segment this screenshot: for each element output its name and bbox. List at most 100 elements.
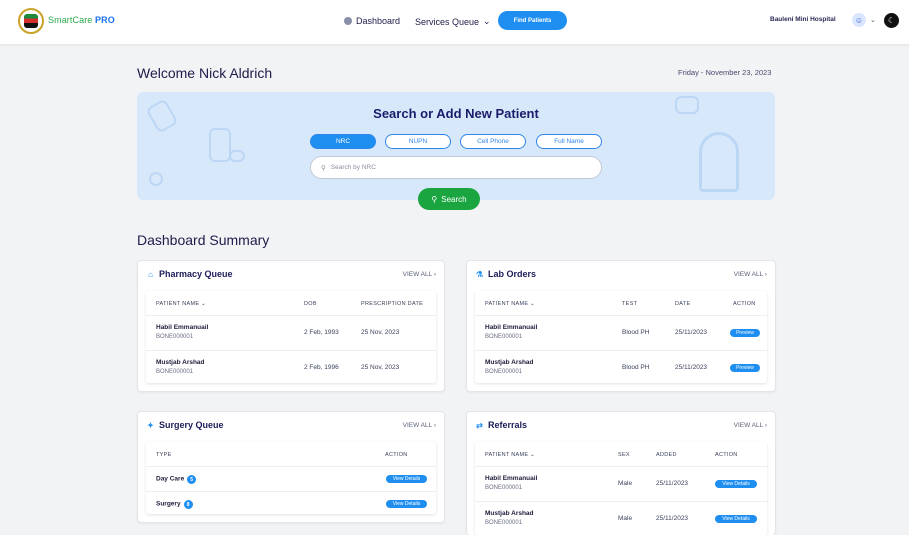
patient-name[interactable]: Mustjab Arshad — [485, 359, 534, 366]
surgery-table: TYPE ACTION Day Care 5 View Details Surge… — [146, 442, 436, 514]
card-title-text: Surgery Queue — [159, 420, 224, 430]
divider — [475, 466, 767, 467]
column-header: PRESCRIPTION DATE — [361, 301, 424, 307]
patient-id: BONE000001 — [485, 334, 523, 340]
column-header: TYPE — [156, 452, 172, 458]
column-header: DOB — [304, 301, 317, 307]
hospital-name[interactable]: Bauleni Mini Hospital — [770, 16, 836, 23]
dark-mode-icon[interactable]: ☾ — [884, 13, 899, 28]
view-all-link[interactable]: VIEW ALL › — [734, 422, 767, 429]
search-title: Search or Add New Patient — [373, 106, 539, 121]
dashboard-summary-heading: Dashboard Summary — [137, 232, 270, 248]
search-option-nupn[interactable]: NUPN — [385, 134, 451, 149]
current-date: Friday - November 23, 2023 — [678, 68, 772, 77]
search-input[interactable]: ⚲ Search by NRC — [310, 156, 602, 179]
view-details-button[interactable]: View Details — [715, 480, 757, 488]
card-title-text: Pharmacy Queue — [159, 269, 233, 279]
dob: 2 Feb, 1993 — [304, 329, 339, 336]
coat-of-arms-logo[interactable] — [18, 8, 44, 34]
patient-name[interactable]: Habil Emmanuail — [485, 324, 537, 331]
added-date: 25/11/2023 — [656, 480, 689, 487]
added-date: 25/11/2023 — [656, 515, 689, 522]
referrals-card: ⇄ Referrals VIEW ALL › PATIENT NAME ⌄ SE… — [466, 411, 776, 535]
prescription-date: 25 Nov, 2023 — [361, 329, 400, 336]
card-title: ✦ Surgery Queue — [146, 420, 224, 430]
nav-dashboard-label: Dashboard — [356, 16, 401, 26]
search-icon: ⚲ — [321, 164, 326, 172]
divider — [146, 315, 436, 316]
column-header: DATE — [675, 301, 691, 307]
referral-icon: ⇄ — [476, 420, 483, 430]
view-all-link[interactable]: VIEW ALL › — [734, 271, 767, 278]
divider — [146, 466, 436, 467]
column-header[interactable]: PATIENT NAME ⌄ — [156, 301, 206, 307]
count-badge: 8 — [183, 500, 193, 509]
column-header: ACTION — [733, 301, 756, 307]
brand-name: SmartCare — [48, 15, 93, 25]
pill-icon — [229, 150, 245, 162]
welcome-heading: Welcome Nick Aldrich — [137, 65, 273, 81]
search-option-full-name[interactable]: Full Name — [536, 134, 602, 149]
search-panel: Search or Add New Patient NRC NUPN Cell … — [137, 92, 775, 200]
view-all-label: VIEW ALL — [733, 422, 764, 429]
sex: Male — [618, 515, 633, 522]
card-title: ⚗ Lab Orders — [475, 269, 536, 279]
column-header: SEX — [618, 452, 630, 458]
column-header: TEST — [622, 301, 638, 307]
search-button[interactable]: ⚲ Search — [418, 188, 480, 210]
card-title-text: Referrals — [488, 420, 528, 430]
column-header: ACTION — [715, 452, 738, 458]
user-icon[interactable]: ☺ — [852, 13, 866, 27]
nav-services-queue[interactable]: Services Queue ⌄ — [415, 16, 491, 27]
view-details-button[interactable]: View Details — [386, 475, 427, 483]
column-header: ACTION — [385, 452, 408, 458]
find-patients-button[interactable]: Find Patients — [498, 11, 567, 30]
column-header[interactable]: PATIENT NAME ⌄ — [485, 452, 535, 458]
search-option-cell-phone[interactable]: Cell Phone — [460, 134, 526, 149]
app-brand[interactable]: SmartCare PRO — [48, 15, 115, 25]
bubble-icon — [149, 172, 163, 186]
top-navbar: SmartCare PRO Dashboard Services Queue ⌄… — [0, 0, 909, 44]
preview-button[interactable]: Preview — [730, 329, 760, 337]
search-placeholder: Search by NRC — [330, 164, 376, 171]
search-button-label: Search — [441, 194, 467, 204]
microscope-icon — [699, 132, 739, 192]
order-date: 25/11/2023 — [675, 329, 708, 336]
pharmacy-queue-card: ⌂ Pharmacy Queue VIEW ALL › PATIENT NAME… — [137, 260, 445, 392]
patient-id: BONE000001 — [156, 334, 194, 340]
column-header-label: PATIENT NAME — [485, 452, 529, 458]
view-details-button[interactable]: View Details — [386, 500, 427, 508]
column-header[interactable]: PATIENT NAME ⌄ — [485, 301, 535, 307]
column-header-label: PATIENT NAME — [485, 301, 529, 307]
surgery-type-label: Surgery — [156, 500, 181, 508]
divider — [146, 491, 436, 492]
divider — [475, 350, 767, 351]
preview-button[interactable]: Preview — [730, 364, 760, 372]
view-all-link[interactable]: VIEW ALL › — [403, 271, 436, 278]
patient-name[interactable]: Mustjab Arshad — [485, 510, 534, 517]
patient-name[interactable]: Habil Emmanuail — [485, 475, 537, 482]
view-all-label: VIEW ALL — [402, 271, 433, 278]
dashboard-icon — [344, 17, 352, 25]
test-name: Blood PH — [622, 329, 650, 336]
patient-name[interactable]: Mustjab Arshad — [156, 359, 205, 366]
patient-id: BONE000001 — [485, 520, 523, 526]
card-title: ⇄ Referrals — [475, 420, 527, 430]
surgery-type-label: Day Care — [156, 475, 185, 483]
count-badge: 5 — [187, 475, 197, 484]
search-option-nrc[interactable]: NRC — [310, 134, 376, 149]
test-tube-icon: ⚗ — [475, 269, 484, 279]
chevron-down-icon[interactable]: ⌄ — [870, 16, 876, 24]
view-all-link[interactable]: VIEW ALL › — [403, 422, 436, 429]
brand-suffix: PRO — [95, 15, 115, 25]
nav-dashboard[interactable]: Dashboard — [344, 16, 400, 26]
view-details-button[interactable]: View Details — [715, 515, 757, 523]
card-title-text: Lab Orders — [488, 269, 537, 279]
surgery-type: Day Care 5 — [156, 475, 197, 484]
pill-bottle-icon — [209, 128, 231, 162]
surgery-queue-card: ✦ Surgery Queue VIEW ALL › TYPE ACTION D… — [137, 411, 445, 523]
lab-orders-table: PATIENT NAME ⌄ TEST DATE ACTION Habil Em… — [475, 291, 767, 383]
patient-name[interactable]: Habil Emmanuail — [156, 324, 208, 331]
divider — [146, 350, 436, 351]
patient-id: BONE000001 — [485, 369, 523, 375]
